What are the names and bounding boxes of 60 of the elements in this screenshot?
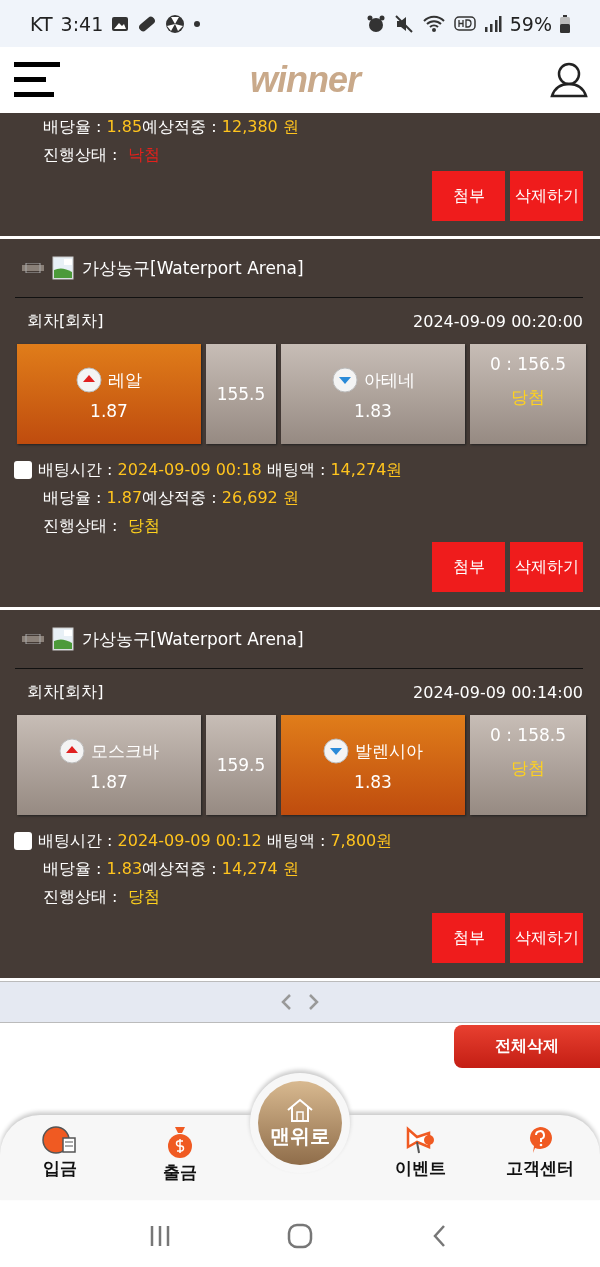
select-checkbox[interactable] bbox=[14, 832, 32, 850]
carrier: KT bbox=[30, 12, 53, 35]
bet-time-line: 배팅시간 : 2024-09-09 00:18 배팅액 : 14,274원 bbox=[38, 459, 403, 481]
delete-all-button[interactable]: 전체삭제 bbox=[454, 1025, 600, 1068]
league-logo-icon bbox=[22, 634, 44, 644]
round-label: 회차[회차] bbox=[27, 681, 104, 703]
round-label: 회차[회차] bbox=[27, 310, 104, 332]
user-icon[interactable] bbox=[550, 62, 588, 98]
handicap-cell: 159.5 bbox=[206, 715, 276, 815]
nav-item[interactable]: 출금 bbox=[120, 1115, 240, 1200]
notification-dot-icon bbox=[193, 19, 202, 28]
battery-percentage: 59% bbox=[509, 12, 552, 35]
wifi-icon bbox=[421, 13, 446, 34]
result-cell: 0 : 158.5 당첨 bbox=[470, 715, 586, 815]
signal-icon bbox=[483, 14, 502, 33]
mute-icon bbox=[393, 13, 414, 34]
status-line: 진행상태 : 낙첨 bbox=[42, 144, 161, 166]
result-cell: 0 : 156.5 당첨 bbox=[470, 344, 586, 444]
delete-button[interactable]: 삭제하기 bbox=[510, 913, 583, 963]
odds-line: 배당율 : 1.85예상적중 : 12,380 원 bbox=[42, 116, 300, 138]
money-bag-icon bbox=[165, 1125, 195, 1159]
home-button-icon[interactable] bbox=[287, 1223, 313, 1249]
attach-button[interactable]: 첨부 bbox=[432, 913, 505, 963]
gallery-icon bbox=[111, 15, 130, 32]
attach-button[interactable]: 첨부 bbox=[432, 171, 505, 221]
home-icon bbox=[285, 1096, 315, 1123]
image-icon bbox=[52, 256, 74, 280]
league-logo-icon bbox=[22, 263, 44, 273]
game-datetime: 2024-09-09 00:20:00 bbox=[413, 311, 583, 331]
bet-option[interactable]: 레알 1.87 bbox=[17, 344, 201, 444]
next-icon[interactable] bbox=[306, 993, 320, 1011]
bet-option[interactable]: 모스크바 1.87 bbox=[17, 715, 201, 815]
nav-item[interactable]: 입금 bbox=[0, 1115, 120, 1200]
bet-time-line: 배팅시간 : 2024-09-09 00:12 배팅액 : 7,800원 bbox=[38, 830, 393, 852]
odds-line: 배당율 : 1.87예상적중 : 26,692 원 bbox=[42, 487, 300, 509]
select-checkbox[interactable] bbox=[14, 461, 32, 479]
game-title: 가상농구[Waterport Arena] bbox=[82, 627, 304, 651]
megaphone-icon bbox=[405, 1125, 435, 1155]
battery-icon bbox=[560, 14, 570, 33]
status-line: 진행상태 : 당첨 bbox=[42, 886, 161, 908]
delete-button[interactable]: 삭제하기 bbox=[510, 171, 583, 221]
game-title: 가상농구[Waterport Arena] bbox=[82, 256, 304, 280]
bet-option[interactable]: 아테네 1.83 bbox=[281, 344, 465, 444]
clock: 3:41 bbox=[60, 12, 104, 35]
delete-button[interactable]: 삭제하기 bbox=[510, 542, 583, 592]
attach-button[interactable]: 첨부 bbox=[432, 542, 505, 592]
nav-item[interactable]: 고객센터 bbox=[480, 1115, 600, 1200]
menu-icon[interactable] bbox=[14, 62, 60, 98]
game-datetime: 2024-09-09 00:14:00 bbox=[413, 682, 583, 702]
top-button[interactable]: 맨위로 bbox=[258, 1081, 342, 1165]
nav-item[interactable]: 이벤트 bbox=[360, 1115, 480, 1200]
hd-icon bbox=[453, 14, 476, 33]
coin-icon bbox=[41, 1125, 79, 1155]
previous-icon[interactable] bbox=[280, 993, 294, 1011]
image-icon bbox=[52, 627, 74, 651]
status-line: 진행상태 : 당첨 bbox=[42, 515, 161, 537]
handicap-cell: 155.5 bbox=[206, 344, 276, 444]
fan-icon bbox=[165, 13, 186, 34]
odds-line: 배당율 : 1.83예상적중 : 14,274 원 bbox=[42, 858, 300, 880]
bet-option[interactable]: 발렌시아 1.83 bbox=[281, 715, 465, 815]
